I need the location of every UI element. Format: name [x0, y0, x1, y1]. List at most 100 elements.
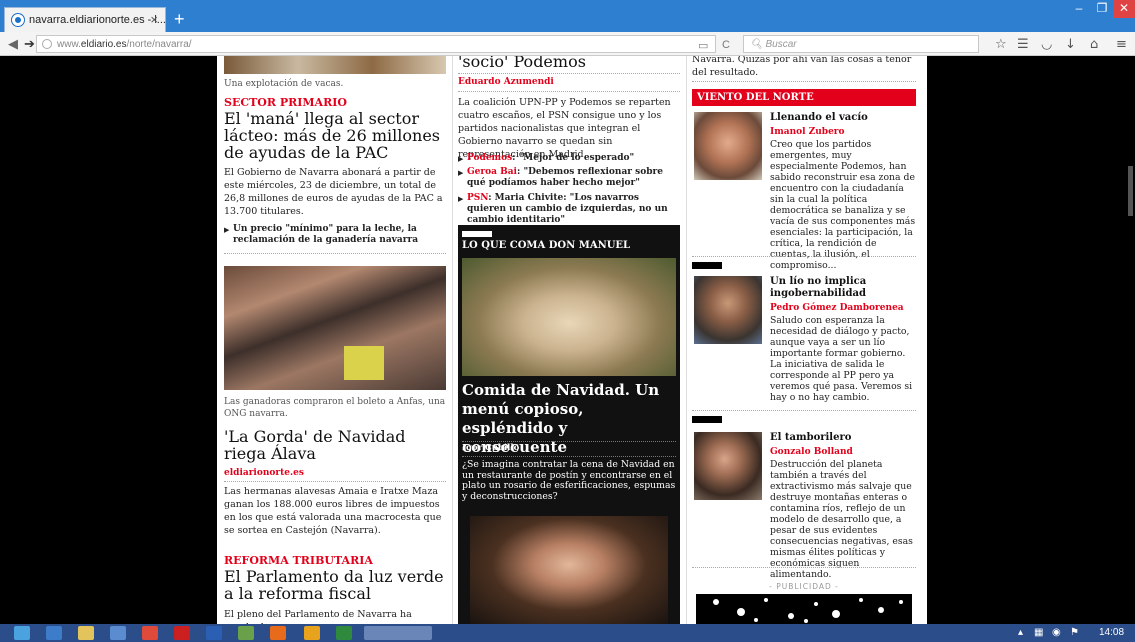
section-tag: [692, 416, 722, 423]
column-divider: [686, 56, 687, 624]
bookmarks-list-icon[interactable]: ☰: [1017, 37, 1029, 52]
taskbar-window-button[interactable]: [364, 626, 432, 640]
article-summary: La coalición UPN-PP y Podemos se reparte…: [458, 97, 671, 160]
fish-dish-photo[interactable]: [462, 258, 676, 376]
related-link[interactable]: PSN: Maria Chivite: "Los navarros quiere…: [458, 193, 680, 226]
pocket-icon[interactable]: ◡: [1041, 37, 1052, 52]
advertising-label: - PUBLICIDAD -: [769, 582, 839, 591]
article-summary: El pleno del Parlamento de Navarra ha ap…: [224, 609, 412, 624]
feature-section-label[interactable]: LO QUE COMA DON MANUEL: [462, 240, 630, 251]
author-photo[interactable]: [694, 112, 762, 180]
opinion-title[interactable]: Un lío no implica ingobernabilidad: [770, 276, 916, 300]
author-photo[interactable]: [694, 276, 762, 344]
related-link[interactable]: Un precio "mínimo" para la leche, la rec…: [224, 224, 446, 246]
word-icon[interactable]: [206, 626, 222, 640]
download-icon[interactable]: ↓: [1065, 37, 1076, 52]
author-photo[interactable]: [694, 432, 762, 500]
bookmark-star-icon[interactable]: ☆: [995, 37, 1007, 52]
scrollbar-thumb[interactable]: [1128, 166, 1133, 216]
section-header[interactable]: VIENTO DEL NORTE: [692, 89, 916, 106]
photo-caption: Las ganadoras compraron el boleto a Anfa…: [224, 397, 446, 419]
forward-icon[interactable]: ➔: [24, 36, 35, 52]
tab-title: navarra.eldiarionorte.es - l...: [29, 14, 166, 26]
page-scrollbar[interactable]: [1126, 56, 1135, 624]
ad-dots-graphic: [713, 598, 903, 623]
ie-icon[interactable]: [46, 626, 62, 640]
article-summary: Las hermanas alavesas Amaia e Iratxe Maz…: [224, 486, 442, 536]
section-tag: [462, 231, 492, 237]
clock[interactable]: 14:08: [1099, 627, 1124, 638]
opinion-title[interactable]: El tamborilero: [770, 432, 916, 444]
related-link[interactable]: Podemos: "Mejor de lo esperado": [458, 153, 680, 164]
divider: [224, 253, 446, 254]
chrome-icon[interactable]: [142, 626, 158, 640]
headline-podemos[interactable]: 'socio' Podemos: [458, 56, 680, 70]
feature-summary: ¿Se imagina contratar la cena de Navidad…: [462, 459, 676, 502]
advertisement-banner[interactable]: [696, 594, 912, 624]
section-label[interactable]: SECTOR PRIMARIO: [224, 96, 347, 109]
feature-author[interactable]: Igor Cubillo: [462, 443, 519, 453]
reload-icon[interactable]: C: [722, 39, 730, 51]
acrobat-icon[interactable]: [174, 626, 190, 640]
maximize-button[interactable]: ❐: [1091, 0, 1113, 18]
powerpoint-icon[interactable]: [304, 626, 320, 640]
tray-arrow-icon[interactable]: ▴: [1018, 627, 1023, 638]
firefox-icon[interactable]: [270, 626, 286, 640]
globe-icon: [42, 39, 52, 49]
explorer-icon[interactable]: [78, 626, 94, 640]
author-name[interactable]: Pedro Gómez Damborenea: [770, 303, 904, 313]
close-window-button[interactable]: ✕: [1113, 0, 1135, 18]
section-label[interactable]: REFORMA TRIBUTARIA: [224, 554, 373, 567]
reader-view-icon[interactable]: ▭: [698, 39, 708, 52]
divider: [458, 73, 680, 74]
opinion-summary: Destrucción del planeta también a través…: [770, 459, 913, 580]
app-icon[interactable]: [110, 626, 126, 640]
chef-portrait-photo[interactable]: [470, 516, 668, 624]
source-label[interactable]: eldiarionorte.es: [224, 468, 304, 478]
feature-box: LO QUE COMA DON MANUEL Comida de Navidad…: [458, 225, 680, 624]
headline-gorda[interactable]: 'La Gorda' de Navidad riega Álava: [224, 428, 446, 462]
flag-icon[interactable]: ⚑: [1070, 627, 1079, 638]
article-summary: Navarra. Quizás por ahí van las cosas a …: [692, 56, 912, 78]
navigation-toolbar: ◀ ➔ www.eldiario.es/norte/navarra/ ▭ C 🔍…: [0, 32, 1135, 56]
author-name[interactable]: Gonzalo Bolland: [770, 447, 853, 457]
article-summary: El Gobierno de Navarra abonará a partir …: [224, 167, 443, 217]
divider: [692, 81, 916, 82]
headline-reforma[interactable]: El Parlamento da luz verde a la reforma …: [224, 568, 446, 602]
search-input[interactable]: 🔍︎ Buscar: [743, 35, 979, 53]
divider: [458, 91, 680, 92]
headline-dairy[interactable]: El 'maná' llega al sector lácteo: más de…: [224, 110, 446, 161]
network-icon[interactable]: ▦: [1034, 627, 1043, 638]
app-icon[interactable]: [238, 626, 254, 640]
divider: [692, 567, 916, 568]
minimize-button[interactable]: –: [1068, 0, 1090, 18]
back-icon[interactable]: ◀: [8, 36, 18, 52]
divider: [692, 410, 916, 411]
divider: [462, 456, 676, 457]
start-icon[interactable]: [14, 626, 30, 640]
author-name[interactable]: Imanol Zubero: [770, 127, 845, 137]
site-favicon-icon: [12, 14, 24, 26]
divider: [692, 256, 916, 257]
menu-icon[interactable]: ≡: [1116, 37, 1127, 52]
excel-icon[interactable]: [336, 626, 352, 640]
home-icon[interactable]: ⌂: [1090, 37, 1098, 52]
antivirus-icon[interactable]: ◉: [1052, 627, 1061, 638]
divider: [462, 441, 676, 442]
windows-taskbar: ▴ ▦ ◉ ⚑ 14:08: [0, 624, 1135, 642]
address-bar[interactable]: www.eldiario.es/norte/navarra/: [36, 35, 716, 53]
author-name[interactable]: Eduardo Azumendi: [458, 77, 554, 87]
opinion-summary: Saludo con esperanza la necesidad de diá…: [770, 315, 913, 403]
lottery-winners-photo[interactable]: [224, 266, 446, 390]
browser-tab[interactable]: navarra.eldiarionorte.es - l... ×: [4, 7, 166, 32]
browser-tab-bar: navarra.eldiarionorte.es - l... × + – ❐ …: [0, 0, 1135, 32]
divider: [224, 481, 446, 482]
search-icon: 🔍︎: [750, 39, 763, 50]
related-link[interactable]: Geroa Bai: "Debemos reflexionar sobre qu…: [458, 167, 680, 189]
new-tab-button[interactable]: +: [174, 9, 185, 30]
cows-photo[interactable]: [224, 56, 446, 74]
column-divider: [452, 56, 453, 624]
opinion-title[interactable]: Llenando el vacío: [770, 112, 916, 124]
close-tab-icon[interactable]: ×: [150, 12, 158, 27]
photo-caption: Una explotación de vacas.: [224, 79, 344, 89]
